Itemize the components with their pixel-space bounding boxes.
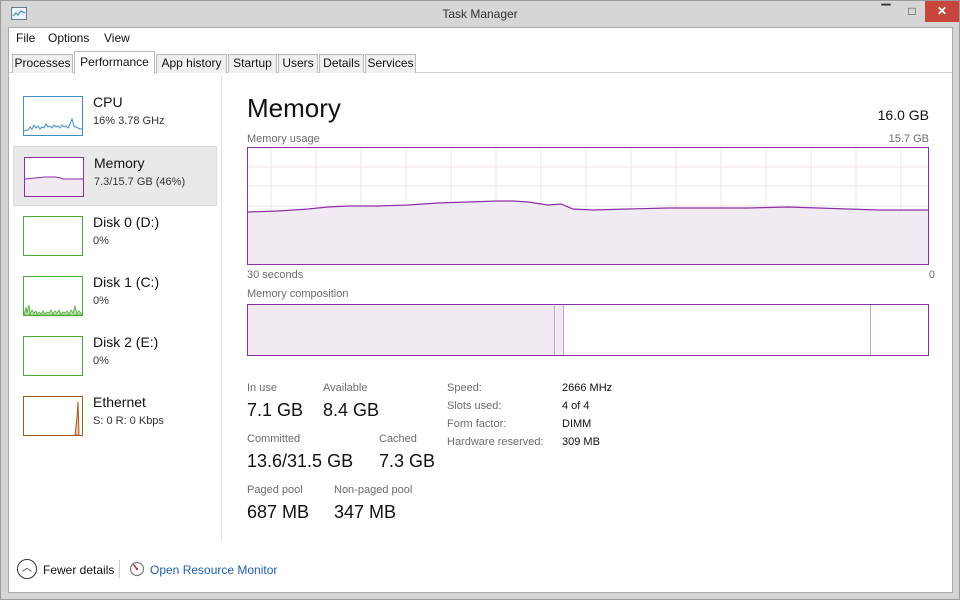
tab-strip: Processes Performance App history Startu… — [9, 48, 952, 74]
sidebar-item-ethernet-sub: S: 0 R: 0 Kbps — [93, 415, 164, 427]
sidebar-item-disk2[interactable]: Disk 2 (E:) 0% — [13, 326, 217, 386]
sidebar-item-disk0[interactable]: Disk 0 (D:) 0% — [13, 206, 217, 266]
ethernet-graph-icon — [23, 396, 83, 436]
memory-composition-bar — [247, 304, 929, 356]
speed-value: 2666 MHz — [562, 382, 613, 394]
sidebar-item-memory-label: Memory — [94, 155, 145, 171]
task-manager-window: Task Manager ▔ □ ✕ File Options View Pro… — [0, 0, 960, 600]
sidebar-item-cpu[interactable]: CPU 16% 3.78 GHz — [13, 86, 217, 146]
memory-graph-icon — [24, 157, 84, 197]
tab-startup[interactable]: Startup — [228, 54, 277, 73]
footer-bar: ︿ Fewer details Open Resource Monitor — [9, 556, 952, 592]
sidebar-item-memory[interactable]: Memory 7.3/15.7 GB (46%) — [13, 146, 217, 206]
sidebar-item-memory-sub: 7.3/15.7 GB (46%) — [94, 176, 186, 188]
disk-graph-icon — [23, 216, 83, 256]
menu-view[interactable]: View — [104, 31, 130, 45]
cached-label: Cached — [379, 433, 417, 445]
tab-details[interactable]: Details — [319, 54, 364, 73]
in-use-value: 7.1 GB — [247, 400, 304, 420]
committed-label: Committed — [247, 433, 301, 445]
non-paged-pool-label: Non-paged pool — [334, 484, 413, 496]
memory-panel: Memory 16.0 GB Memory usage 15.7 GB 30 s… — [247, 74, 947, 544]
speed-label: Speed: — [447, 382, 482, 394]
cpu-graph-icon — [23, 96, 83, 136]
committed-value: 13.6/31.5 GB — [247, 451, 354, 471]
title-bar[interactable]: Task Manager ▔ □ ✕ — [1, 1, 959, 27]
sidebar-item-disk1-sub: 0% — [93, 295, 109, 307]
slots-used-label: Slots used: — [447, 400, 502, 412]
composition-free-divider — [870, 305, 871, 355]
menu-options[interactable]: Options — [48, 31, 89, 45]
page-title: Memory — [247, 93, 341, 123]
total-memory: 16.0 GB — [877, 107, 929, 123]
window-title: Task Manager — [442, 7, 518, 21]
menu-file[interactable]: File — [16, 31, 35, 45]
sidebar-item-cpu-label: CPU — [93, 94, 123, 110]
performance-sidebar: CPU 16% 3.78 GHz Memory 7.3/15.7 GB (46%… — [9, 74, 221, 544]
hardware-reserved-label: Hardware reserved: — [447, 436, 544, 448]
menu-bar: File Options View — [9, 28, 952, 48]
form-factor-label: Form factor: — [447, 418, 507, 430]
memory-composition-label: Memory composition — [247, 288, 349, 300]
hardware-reserved-value: 309 MB — [562, 436, 600, 448]
sidebar-item-disk2-sub: 0% — [93, 355, 109, 367]
graph-time-left: 30 seconds — [247, 269, 304, 281]
disk-graph-icon — [23, 276, 83, 316]
slots-used-value: 4 of 4 — [562, 400, 590, 412]
content-frame: File Options View Processes Performance … — [8, 27, 953, 593]
close-button[interactable]: ✕ — [925, 1, 959, 22]
sidebar-item-disk0-sub: 0% — [93, 235, 109, 247]
disk-graph-icon — [23, 336, 83, 376]
memory-usage-graph — [247, 147, 929, 265]
cached-value: 7.3 GB — [379, 451, 436, 471]
sidebar-divider — [221, 76, 222, 541]
memory-usage-svg — [248, 148, 928, 264]
tab-processes[interactable]: Processes — [12, 54, 73, 73]
composition-modified — [556, 305, 564, 355]
maximize-button[interactable]: □ — [899, 1, 925, 22]
available-value: 8.4 GB — [323, 400, 380, 420]
memory-usage-max: 15.7 GB — [888, 133, 929, 145]
tab-performance[interactable]: Performance — [74, 51, 155, 74]
in-use-label: In use — [247, 382, 277, 394]
graph-time-right: 0 — [928, 269, 935, 281]
sidebar-item-cpu-sub: 16% 3.78 GHz — [93, 115, 165, 127]
minimize-button[interactable]: ▔ — [873, 1, 899, 22]
sidebar-item-ethernet-label: Ethernet — [93, 394, 146, 410]
fewer-details-button[interactable]: Fewer details — [43, 563, 114, 577]
composition-in-use — [248, 305, 555, 355]
chevron-up-icon[interactable]: ︿ — [17, 559, 37, 579]
paged-pool-value: 687 MB — [247, 502, 310, 522]
memory-usage-label: Memory usage — [247, 133, 320, 145]
tab-services[interactable]: Services — [365, 54, 416, 73]
tab-users[interactable]: Users — [278, 54, 318, 73]
form-factor-value: DIMM — [562, 418, 592, 430]
resource-monitor-icon[interactable] — [129, 561, 145, 577]
sidebar-item-ethernet[interactable]: Ethernet S: 0 R: 0 Kbps — [13, 386, 217, 446]
sidebar-item-disk1[interactable]: Disk 1 (C:) 0% — [13, 266, 217, 326]
open-resource-monitor-link[interactable]: Open Resource Monitor — [150, 563, 277, 577]
paged-pool-label: Paged pool — [247, 484, 303, 496]
sidebar-item-disk0-label: Disk 0 (D:) — [93, 214, 160, 230]
sidebar-item-disk1-label: Disk 1 (C:) — [93, 274, 160, 290]
available-label: Available — [323, 382, 368, 394]
footer-separator — [119, 560, 120, 578]
tab-app-history[interactable]: App history — [156, 54, 227, 73]
non-paged-pool-value: 347 MB — [334, 502, 397, 522]
sidebar-item-disk2-label: Disk 2 (E:) — [93, 334, 159, 350]
